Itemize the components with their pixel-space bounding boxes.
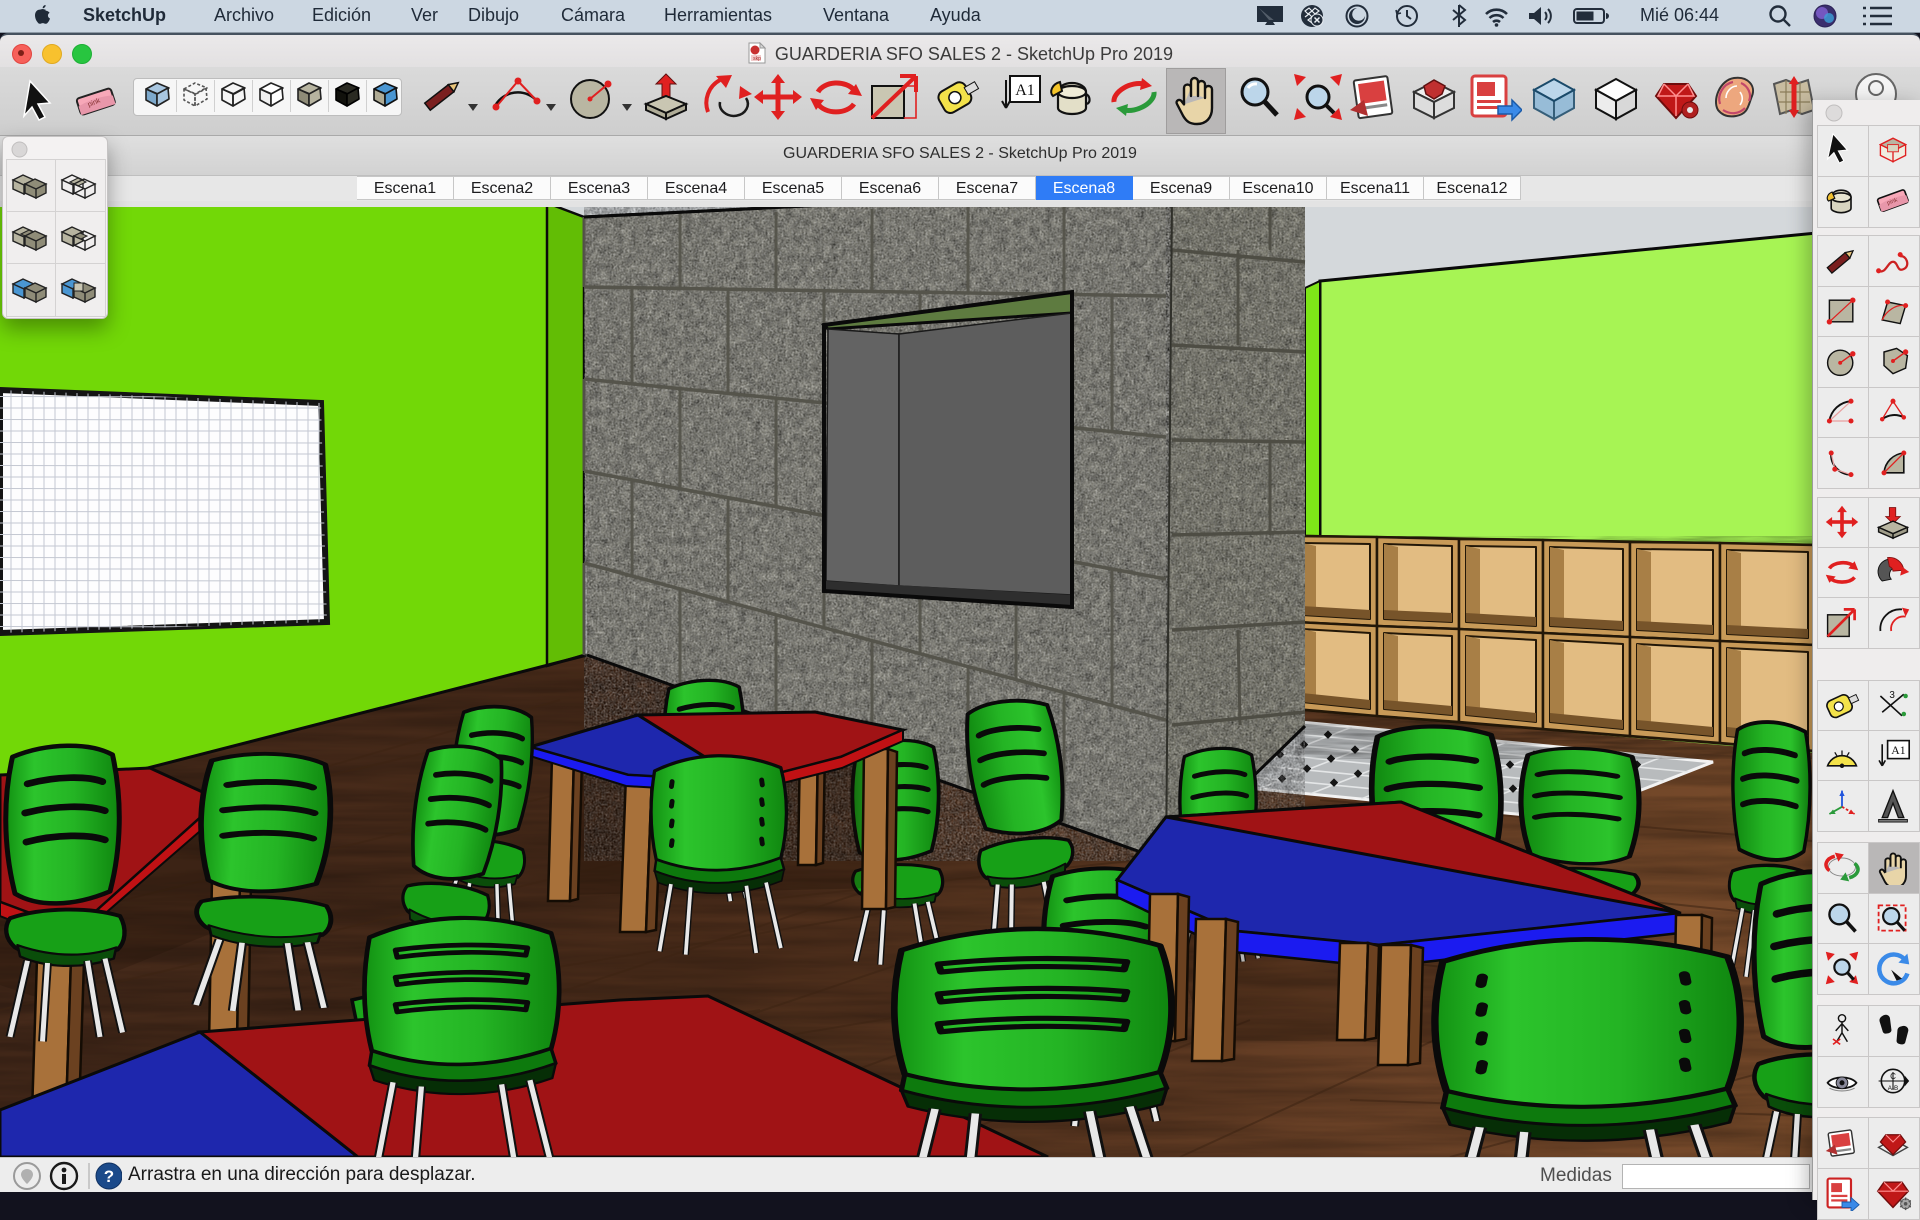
svg-text:?: ? (104, 1167, 114, 1186)
svg-text:A1: A1 (1891, 744, 1905, 757)
svg-text:A-B: A-B (1888, 1085, 1899, 1092)
svg-text:A1: A1 (1015, 82, 1035, 99)
svg-text:3: 3 (1889, 690, 1895, 701)
svg-text:C: C (1890, 1072, 1896, 1081)
svg-text:skp: skp (753, 56, 761, 62)
